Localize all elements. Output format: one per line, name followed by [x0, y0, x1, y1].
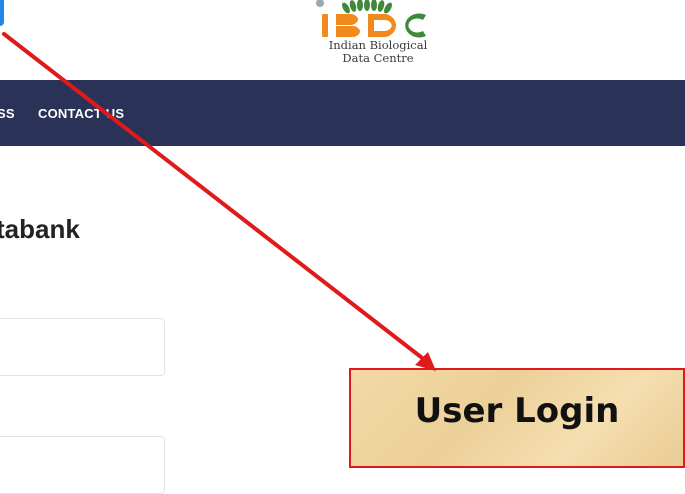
password-field[interactable] — [0, 436, 165, 494]
username-field[interactable] — [0, 318, 165, 376]
ibdc-logo-mark — [316, 0, 426, 38]
page-title: tabank — [0, 214, 80, 244]
logo-line-2: Data Centre — [342, 51, 414, 65]
header-corner-button[interactable] — [0, 0, 4, 26]
ibdc-logo[interactable]: Indian Biological Data Centre — [298, 0, 458, 80]
ibdc-letters — [322, 13, 426, 38]
nav-item-contact-us[interactable]: CONTACT US — [38, 106, 124, 122]
user-login-callout: User Login — [349, 368, 685, 468]
nav-item-access[interactable]: SS — [0, 106, 15, 122]
leaf-crown-icon — [342, 0, 392, 14]
emblem-icon — [316, 0, 324, 7]
callout-label: User Login — [414, 391, 620, 431]
